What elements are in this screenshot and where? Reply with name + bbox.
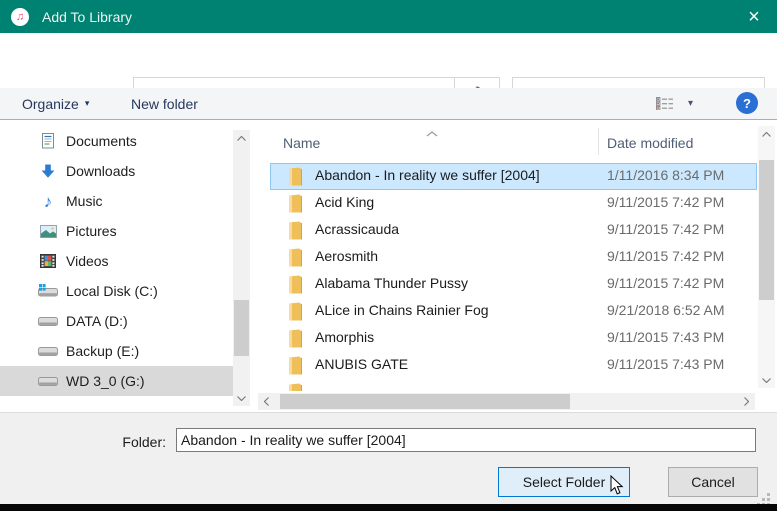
sidebar-item-videos[interactable]: Videos: [0, 246, 233, 276]
scroll-down-arrow-icon[interactable]: [758, 372, 775, 388]
list-header: Name Date modified: [258, 122, 758, 160]
scroll-up-arrow-icon[interactable]: [233, 130, 250, 146]
command-toolbar: Organize ▾ New folder ▾: [0, 88, 777, 120]
scroll-left-arrow-icon[interactable]: [258, 393, 275, 410]
mouse-cursor-icon: [610, 475, 624, 499]
sidebar-item-pictures[interactable]: Pictures: [0, 216, 233, 246]
column-header-name[interactable]: Name: [283, 135, 320, 151]
folder-icon: [288, 356, 303, 378]
file-row-partial[interactable]: [270, 379, 757, 391]
scrollbar-thumb[interactable]: [234, 300, 249, 356]
question-mark-icon: ?: [743, 96, 751, 111]
file-rows: Abandon - In reality we suffer [2004] 1/…: [258, 163, 777, 391]
windows-drive-icon: [38, 284, 58, 298]
file-row[interactable]: Alabama Thunder Pussy 9/11/2015 7:42 PM: [270, 271, 757, 298]
scroll-down-arrow-icon[interactable]: [233, 390, 250, 406]
picture-icon: [38, 225, 58, 238]
navigation-row: ← → ↑ « Music › MP3 ›: [0, 33, 777, 88]
document-icon: [38, 133, 58, 149]
app-music-icon: ♫: [11, 8, 29, 26]
drive-icon: [38, 315, 58, 328]
drive-icon: [38, 345, 58, 358]
sidebar-item-data-d[interactable]: DATA (D:): [0, 306, 233, 336]
film-strip-icon: [38, 254, 58, 268]
file-list-pane: Name Date modified Abandon - In reality …: [258, 122, 777, 412]
drive-icon: [38, 375, 58, 388]
navigation-sidebar: Documents Downloads ♪ Music Pictures: [0, 126, 233, 396]
new-folder-button[interactable]: New folder: [131, 88, 198, 119]
file-row[interactable]: Acid King 9/11/2015 7:42 PM: [270, 190, 757, 217]
file-row[interactable]: ANUBIS GATE 9/11/2015 7:43 PM: [270, 352, 757, 379]
folder-icon: [288, 221, 303, 243]
sidebar-scrollbar[interactable]: [233, 130, 250, 406]
folder-icon: [288, 329, 303, 351]
help-button[interactable]: ?: [736, 92, 758, 114]
sidebar-item-wd-3-0-g[interactable]: WD 3_0 (G:): [0, 366, 233, 396]
bottom-edge-strip: [0, 504, 777, 511]
folder-field-label: Folder:: [104, 434, 166, 450]
details-view-icon: [656, 97, 674, 110]
view-options-dropdown[interactable]: ▾: [688, 88, 693, 119]
folder-icon: [288, 194, 303, 216]
cancel-button[interactable]: Cancel: [668, 467, 758, 497]
dialog-footer: Folder: Select Folder Cancel: [0, 412, 777, 504]
sort-ascending-icon: [426, 124, 438, 140]
sidebar-item-backup-e[interactable]: Backup (E:): [0, 336, 233, 366]
sidebar-item-documents[interactable]: Documents: [0, 126, 233, 156]
change-view-button[interactable]: [656, 88, 674, 119]
window-title: Add To Library: [42, 9, 132, 25]
file-row[interactable]: Amorphis 9/11/2015 7:43 PM: [270, 325, 757, 352]
music-note-icon: ♪: [38, 193, 58, 210]
close-button[interactable]: ×: [731, 0, 777, 33]
scrollbar-thumb[interactable]: [759, 160, 774, 300]
file-row-selected[interactable]: Abandon - In reality we suffer [2004] 1/…: [270, 163, 757, 190]
column-header-date-modified[interactable]: Date modified: [607, 135, 693, 151]
scrollbar-thumb[interactable]: [280, 394, 570, 409]
column-separator[interactable]: [598, 128, 599, 155]
file-row[interactable]: Aerosmith 9/11/2015 7:42 PM: [270, 244, 757, 271]
file-row[interactable]: ALice in Chains Rainier Fog 9/21/2018 6:…: [270, 298, 757, 325]
scroll-up-arrow-icon[interactable]: [758, 126, 775, 142]
file-row[interactable]: Acrassicauda 9/11/2015 7:42 PM: [270, 217, 757, 244]
folder-icon: [288, 383, 303, 391]
chevron-down-icon: ▾: [688, 98, 693, 109]
sidebar-item-music[interactable]: ♪ Music: [0, 186, 233, 216]
folder-icon: [288, 167, 303, 189]
sidebar-item-local-disk-c[interactable]: Local Disk (C:): [0, 276, 233, 306]
close-icon: ×: [748, 7, 760, 27]
scroll-right-arrow-icon[interactable]: [738, 393, 755, 410]
folder-icon: [288, 302, 303, 324]
download-arrow-icon: [38, 164, 58, 179]
file-list-scrollbar[interactable]: [758, 126, 775, 388]
organize-button[interactable]: Organize ▾: [22, 88, 89, 119]
folder-icon: [288, 248, 303, 270]
title-bar: ♫ Add To Library ×: [0, 0, 777, 33]
sidebar-item-downloads[interactable]: Downloads: [0, 156, 233, 186]
chevron-down-icon: ▾: [85, 98, 90, 109]
add-to-library-dialog: ♫ Add To Library × ← → ↑ « Music › MP3 ›: [0, 0, 777, 511]
file-list-horizontal-scrollbar[interactable]: [258, 393, 755, 410]
folder-name-input[interactable]: [176, 428, 756, 452]
folder-icon: [288, 275, 303, 297]
